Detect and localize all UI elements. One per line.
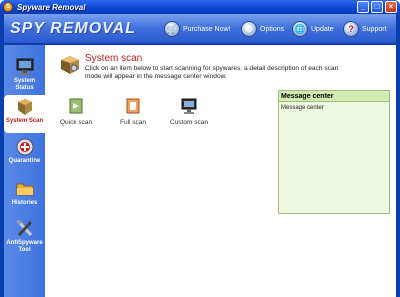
- app-icon: S: [3, 2, 13, 12]
- full-scan-option[interactable]: Full scan: [120, 97, 146, 126]
- app-logo: SPY REMOVAL: [10, 20, 136, 37]
- main-panel: System scan Click on an item below to st…: [45, 45, 396, 297]
- support-button[interactable]: ? Support: [343, 20, 387, 38]
- quick-scan-option[interactable]: Quick scan: [60, 97, 92, 126]
- support-label: Support: [362, 25, 387, 33]
- options-label: Options: [260, 25, 285, 33]
- message-center-panel: Message center Message center: [278, 90, 390, 214]
- window-title: Spyware Removal: [17, 2, 86, 12]
- options-button[interactable]: ⚙ Options: [241, 20, 284, 38]
- maximize-button[interactable]: □: [371, 1, 383, 13]
- tools-icon: [15, 220, 35, 238]
- cart-icon: 🛒: [164, 21, 180, 37]
- full-scan-label: Full scan: [120, 119, 147, 126]
- options-icon: ⚙: [241, 21, 257, 37]
- purchase-now-button[interactable]: 🛒 Purchase Now!: [164, 20, 230, 38]
- help-icon: ?: [343, 21, 359, 37]
- sidebar-item-antispyware-tool[interactable]: AntiSpyware Tool: [4, 217, 45, 263]
- title-bar[interactable]: S Spyware Removal _ □ ×: [0, 0, 400, 14]
- system-scan-icon: [59, 54, 81, 76]
- page-description: Click on an item below to start scanning…: [85, 65, 339, 80]
- sidebar: System Status System Scan Quarantine His…: [4, 45, 45, 297]
- quarantine-icon: [15, 138, 35, 156]
- header-bar: SPY REMOVAL 🛒 Purchase Now! ⚙ Options 🌐 …: [4, 14, 396, 44]
- full-scan-icon: [126, 98, 140, 114]
- custom-scan-label: Custom scan: [170, 119, 208, 126]
- app-window: S Spyware Removal _ □ × SPY REMOVAL 🛒 Pu…: [0, 0, 400, 297]
- update-button[interactable]: 🌐 Update: [292, 20, 334, 38]
- page-title: System scan: [85, 53, 143, 64]
- sidebar-item-system-status[interactable]: System Status: [4, 55, 45, 95]
- message-center-header: Message center: [279, 91, 389, 102]
- sidebar-item-quarantine[interactable]: Quarantine: [4, 135, 45, 175]
- sidebar-item-label: Quarantine: [8, 158, 41, 164]
- update-icon: 🌐: [292, 21, 308, 37]
- quick-scan-label: Quick scan: [60, 119, 93, 126]
- update-label: Update: [311, 25, 334, 33]
- message-center-body: Message center: [281, 105, 324, 111]
- monitor-icon: [15, 58, 35, 76]
- minimize-button[interactable]: _: [357, 1, 369, 13]
- purchase-now-label: Purchase Now!: [183, 25, 231, 33]
- close-button[interactable]: ×: [385, 1, 397, 13]
- sidebar-item-label: Histories: [11, 200, 38, 206]
- quick-scan-icon: [69, 98, 83, 114]
- sidebar-item-label: System Scan: [5, 118, 44, 124]
- sidebar-item-label: AntiSpyware Tool: [6, 240, 43, 253]
- sidebar-item-system-scan[interactable]: System Scan: [4, 95, 45, 133]
- scan-icon: [15, 98, 35, 116]
- folder-icon: [15, 180, 35, 198]
- custom-scan-icon: [181, 98, 197, 114]
- custom-scan-option[interactable]: Custom scan: [170, 97, 208, 126]
- sidebar-item-label: System Status: [13, 78, 36, 91]
- sidebar-item-histories[interactable]: Histories: [4, 177, 45, 217]
